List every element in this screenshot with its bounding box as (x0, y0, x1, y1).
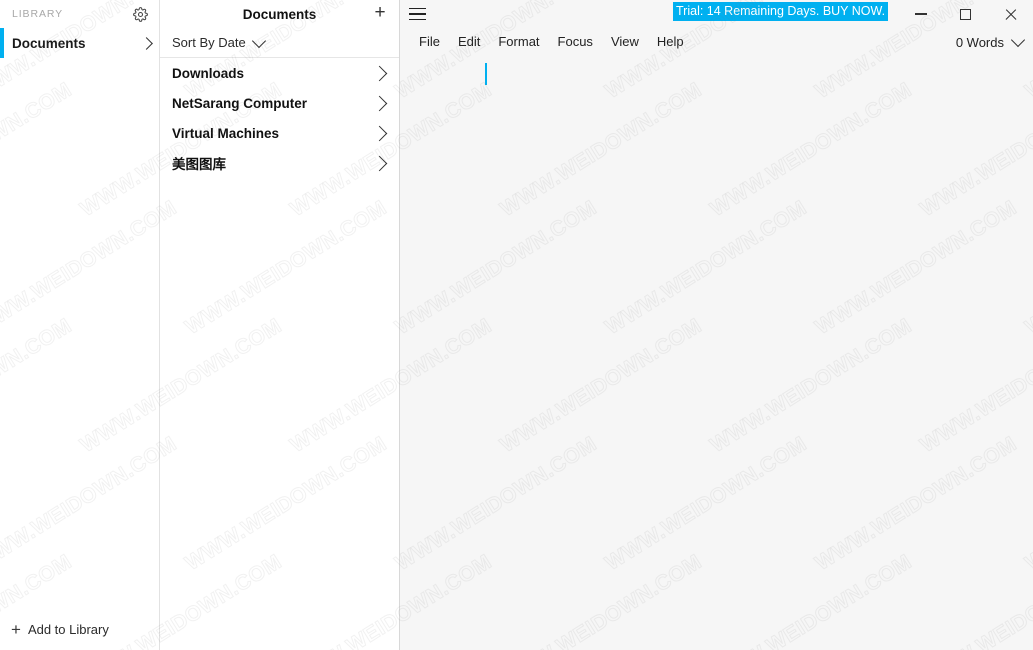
sidebar-item-documents[interactable]: Documents (0, 28, 159, 58)
chevron-right-icon[interactable] (371, 65, 388, 81)
minimize-button[interactable] (898, 0, 943, 28)
sort-by-date-label: Sort By Date (172, 35, 246, 50)
chevron-right-icon[interactable] (371, 125, 388, 141)
text-editor-area[interactable] (400, 56, 1033, 650)
library-header: LIBRARY (0, 0, 159, 28)
chevron-right-icon[interactable] (371, 155, 388, 171)
menu-file[interactable]: File (410, 28, 449, 56)
close-button[interactable] (988, 0, 1033, 28)
window-controls (898, 0, 1033, 28)
word-count-label: 0 Words (955, 34, 1004, 50)
editor-panel: New Trial: 14 Remaining Days. BUY NOW. F… (400, 0, 1033, 650)
documents-header: Documents + (160, 0, 399, 28)
folder-name: Virtual Machines (172, 125, 280, 141)
list-item[interactable]: NetSarang Computer (160, 88, 399, 118)
app-window: LIBRARY Documents + Add to Library Docum… (0, 0, 1033, 650)
menu-format[interactable]: Format (489, 28, 548, 56)
chevron-right-icon[interactable] (371, 95, 388, 111)
documents-title: Documents (242, 6, 317, 22)
chevron-down-icon (1010, 32, 1026, 48)
text-caret (485, 63, 487, 85)
maximize-button[interactable] (943, 0, 988, 28)
menu-view[interactable]: View (602, 28, 648, 56)
hamburger-icon[interactable] (400, 0, 434, 28)
menu-bar: File Edit Format Focus View Help 0 Words (400, 28, 1033, 56)
menu-focus[interactable]: Focus (549, 28, 602, 56)
plus-icon: + (11, 619, 21, 639)
documents-panel: Documents + Sort By Date Downloads NetSa… (160, 0, 400, 650)
new-document-button[interactable]: + (369, 2, 391, 24)
list-item[interactable]: 美图图库 (160, 148, 399, 178)
add-to-library-label: Add to Library (27, 621, 109, 637)
sidebar-item-label: Documents (12, 35, 86, 51)
chevron-right-icon (140, 36, 153, 50)
gear-icon[interactable] (129, 3, 151, 25)
sort-by-date-dropdown[interactable]: Sort By Date (160, 28, 399, 58)
list-item[interactable]: Downloads (160, 58, 399, 88)
title-bar: New Trial: 14 Remaining Days. BUY NOW. (400, 0, 1033, 28)
library-panel: LIBRARY Documents + Add to Library (0, 0, 160, 650)
word-count-dropdown[interactable]: 0 Words (955, 28, 1026, 56)
folder-name: NetSarang Computer (172, 95, 308, 111)
menu-help[interactable]: Help (648, 28, 693, 56)
library-header-label: LIBRARY (12, 8, 64, 20)
list-item[interactable]: Virtual Machines (160, 118, 399, 148)
add-to-library-button[interactable]: + Add to Library (0, 616, 160, 642)
menu-edit[interactable]: Edit (449, 28, 489, 56)
trial-banner[interactable]: Trial: 14 Remaining Days. BUY NOW. (673, 2, 889, 21)
chevron-down-icon (251, 33, 266, 48)
folder-name: Downloads (172, 65, 245, 81)
folder-name: 美图图库 (172, 157, 226, 172)
